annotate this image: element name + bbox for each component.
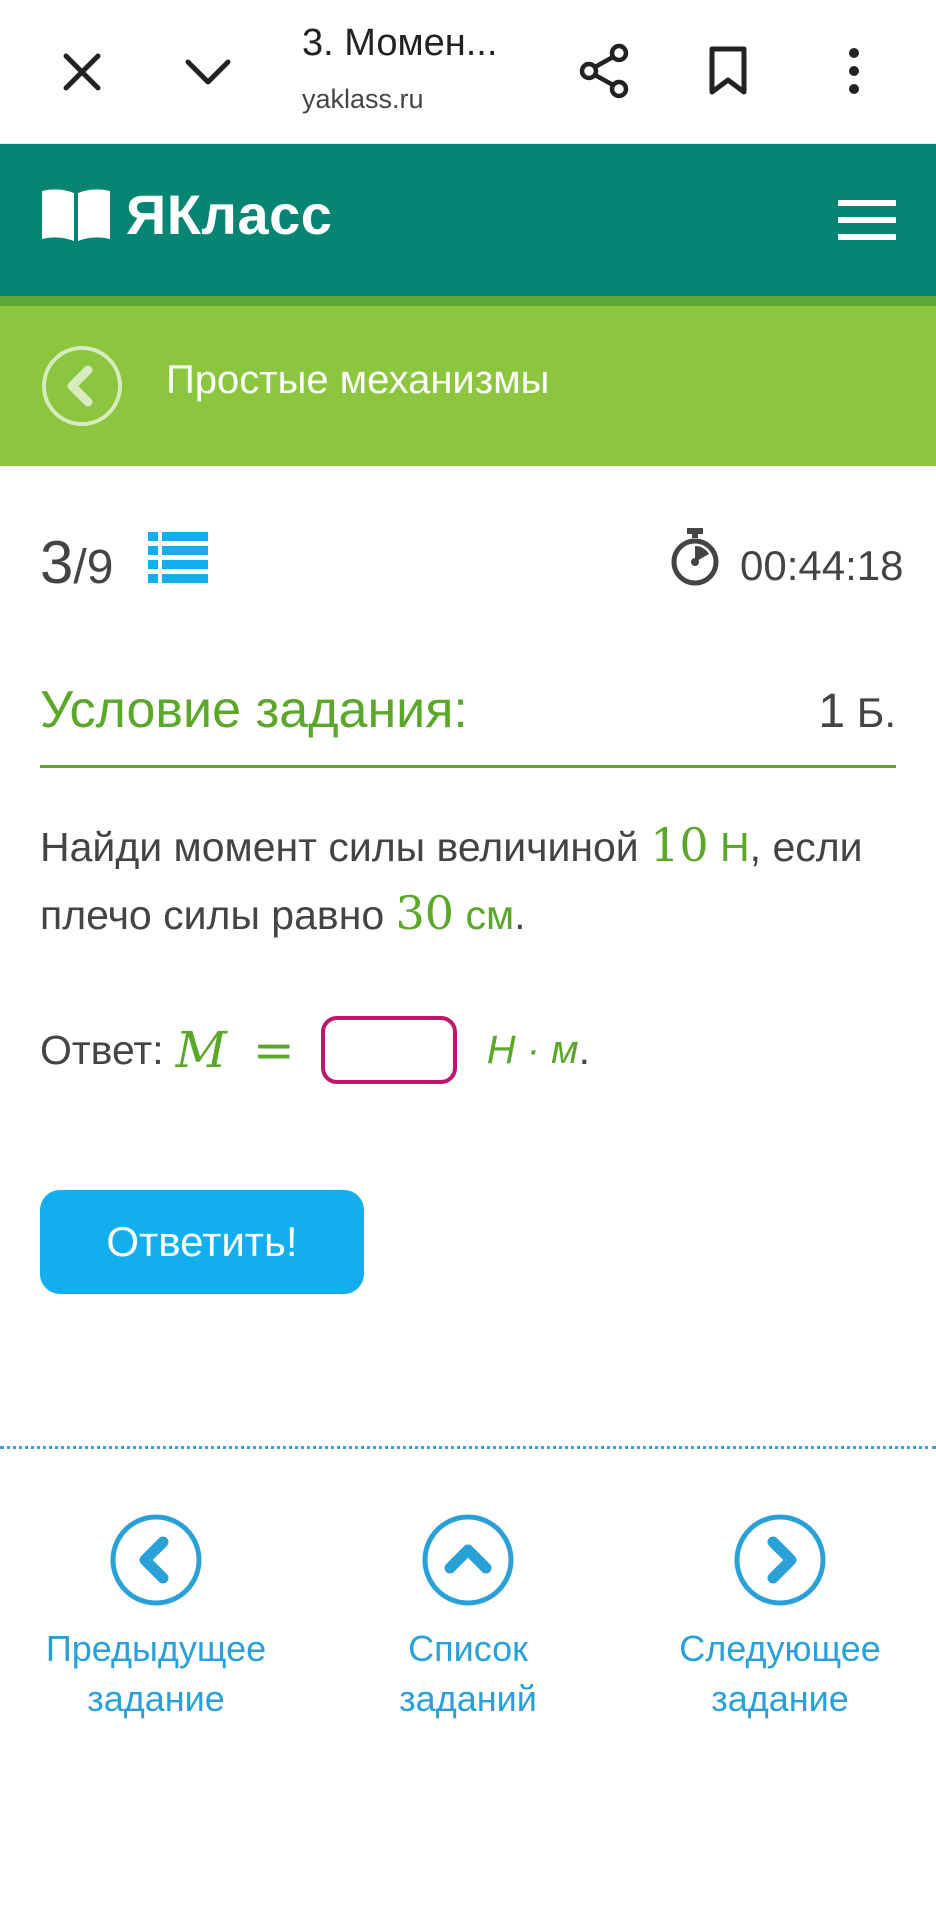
task-progress: 3/9 — [40, 528, 113, 597]
task-list-link[interactable]: Список заданий — [338, 1512, 598, 1724]
condition-title: Условие задания: — [40, 681, 468, 739]
stopwatch-icon — [670, 526, 720, 588]
prev-task-link[interactable]: Предыдущее задание — [26, 1512, 286, 1724]
prev-task-label-1: Предыдущее — [45, 1628, 267, 1669]
condition-header: Условие задания: 1 Б. — [40, 680, 896, 768]
answer-end: . — [578, 1026, 590, 1073]
next-task-label-2: задание — [711, 1678, 849, 1719]
topic-title: Простые механизмы — [166, 358, 550, 402]
answer-input[interactable] — [320, 1016, 457, 1084]
timer-value: 00:44:18 — [740, 542, 904, 589]
next-task-label-1: Следующее — [679, 1628, 881, 1669]
answer-row: Ответ: M = Н · м . — [40, 1014, 590, 1086]
submit-answer-button[interactable]: Ответить! — [40, 1190, 364, 1294]
tab-title[interactable]: 3. Момен... — [302, 22, 497, 65]
task-text-part1: Найди момент силы величиной — [40, 824, 651, 870]
points-value: 1 — [818, 685, 846, 738]
site-logo[interactable]: ЯКласс — [40, 182, 332, 247]
more-vert-icon[interactable] — [832, 40, 876, 102]
progress-current: 3 — [40, 529, 74, 596]
answer-variable: M — [175, 1021, 227, 1079]
progress-total: /9 — [73, 541, 114, 594]
browser-toolbar: 3. Момен... yaklass.ru — [0, 0, 936, 144]
book-icon — [42, 188, 110, 241]
topic-bar: Простые механизмы — [0, 306, 936, 466]
task-text-part3: . — [514, 892, 526, 938]
chevron-down-icon[interactable] — [178, 44, 238, 100]
back-button[interactable] — [40, 344, 124, 428]
menu-icon[interactable] — [838, 198, 896, 242]
header-divider — [0, 296, 936, 306]
answer-label: Ответ: — [40, 1026, 164, 1073]
share-icon[interactable] — [574, 40, 634, 102]
force-value: 10 — [650, 818, 709, 872]
chevron-left-icon — [42, 346, 122, 426]
task-list-label-1: Список — [408, 1628, 528, 1669]
task-list-label-2: заданий — [399, 1678, 537, 1719]
arm-unit: см — [454, 892, 515, 938]
close-icon[interactable] — [54, 44, 110, 100]
arm-value: 30 — [395, 886, 455, 940]
answer-unit: Н · м — [486, 1027, 579, 1072]
answer-equals: = — [252, 1021, 295, 1079]
prev-task-label-2: задание — [87, 1678, 225, 1719]
force-unit: Н — [708, 824, 750, 870]
chevron-up-circle-icon — [422, 1514, 514, 1606]
chevron-left-circle-icon — [110, 1514, 202, 1606]
task-statement: Найди момент силы величиной 10 Н, если п… — [40, 812, 900, 948]
chevron-right-circle-icon — [734, 1514, 826, 1606]
site-header: ЯКласс — [0, 144, 936, 296]
bookmark-icon[interactable] — [700, 40, 756, 102]
section-divider — [0, 1446, 936, 1449]
condition-points: 1 Б. — [818, 684, 896, 739]
page-url[interactable]: yaklass.ru — [302, 84, 424, 115]
logo-text: ЯКласс — [126, 183, 333, 246]
list-icon[interactable] — [148, 530, 208, 586]
points-unit: Б. — [845, 689, 896, 736]
next-task-link[interactable]: Следующее задание — [650, 1512, 910, 1724]
